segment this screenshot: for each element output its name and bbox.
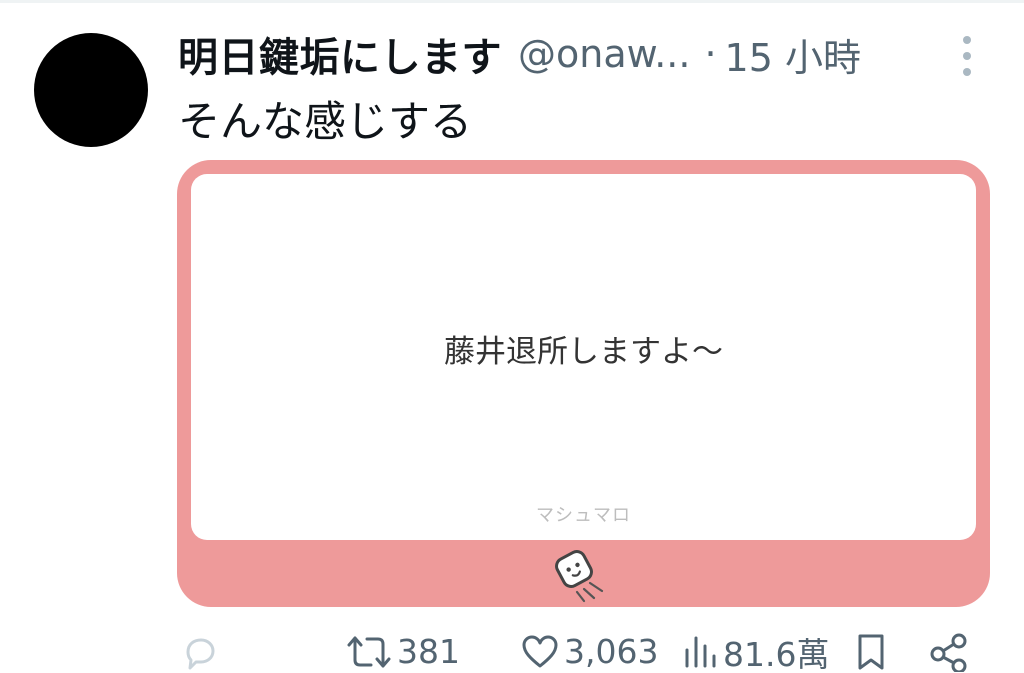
like-count: 3,063 [564, 632, 659, 671]
card-brand-label: マシュマロ [536, 505, 631, 526]
more-icon[interactable] [958, 36, 976, 76]
like-icon [522, 635, 558, 667]
reply-icon [186, 638, 215, 669]
timestamp[interactable]: 15 小時 [725, 27, 861, 82]
tweet-header: 明日鍵垢にします @onaw... · 15 小時 [178, 25, 861, 83]
retweet-count: 381 [397, 632, 460, 671]
retweet-icon [347, 636, 391, 667]
action-bar: 381 3,063 81.6萬 [0, 630, 1024, 673]
display-name[interactable]: 明日鍵垢にします [178, 25, 502, 83]
share-icon [930, 633, 967, 672]
views-button[interactable]: 81.6萬 [683, 630, 829, 673]
views-count: 81.6萬 [723, 634, 830, 673]
reply-button[interactable] [180, 630, 220, 673]
like-button[interactable]: 3,063 [520, 630, 658, 673]
avatar[interactable] [34, 33, 148, 147]
retweet-button[interactable]: 381 [345, 630, 460, 673]
header-separator: · [704, 32, 717, 76]
views-icon [685, 636, 716, 667]
marshmallow-mascot-icon [555, 550, 604, 603]
card-question-text: 藤井退所しますよ〜 [444, 334, 723, 370]
bookmark-button[interactable] [854, 630, 888, 673]
user-handle[interactable]: @onaw... [518, 32, 690, 76]
share-button[interactable] [928, 630, 970, 673]
tweet-text: そんな感じする [178, 97, 473, 146]
bookmark-icon [858, 634, 884, 669]
top-divider [0, 0, 1024, 3]
